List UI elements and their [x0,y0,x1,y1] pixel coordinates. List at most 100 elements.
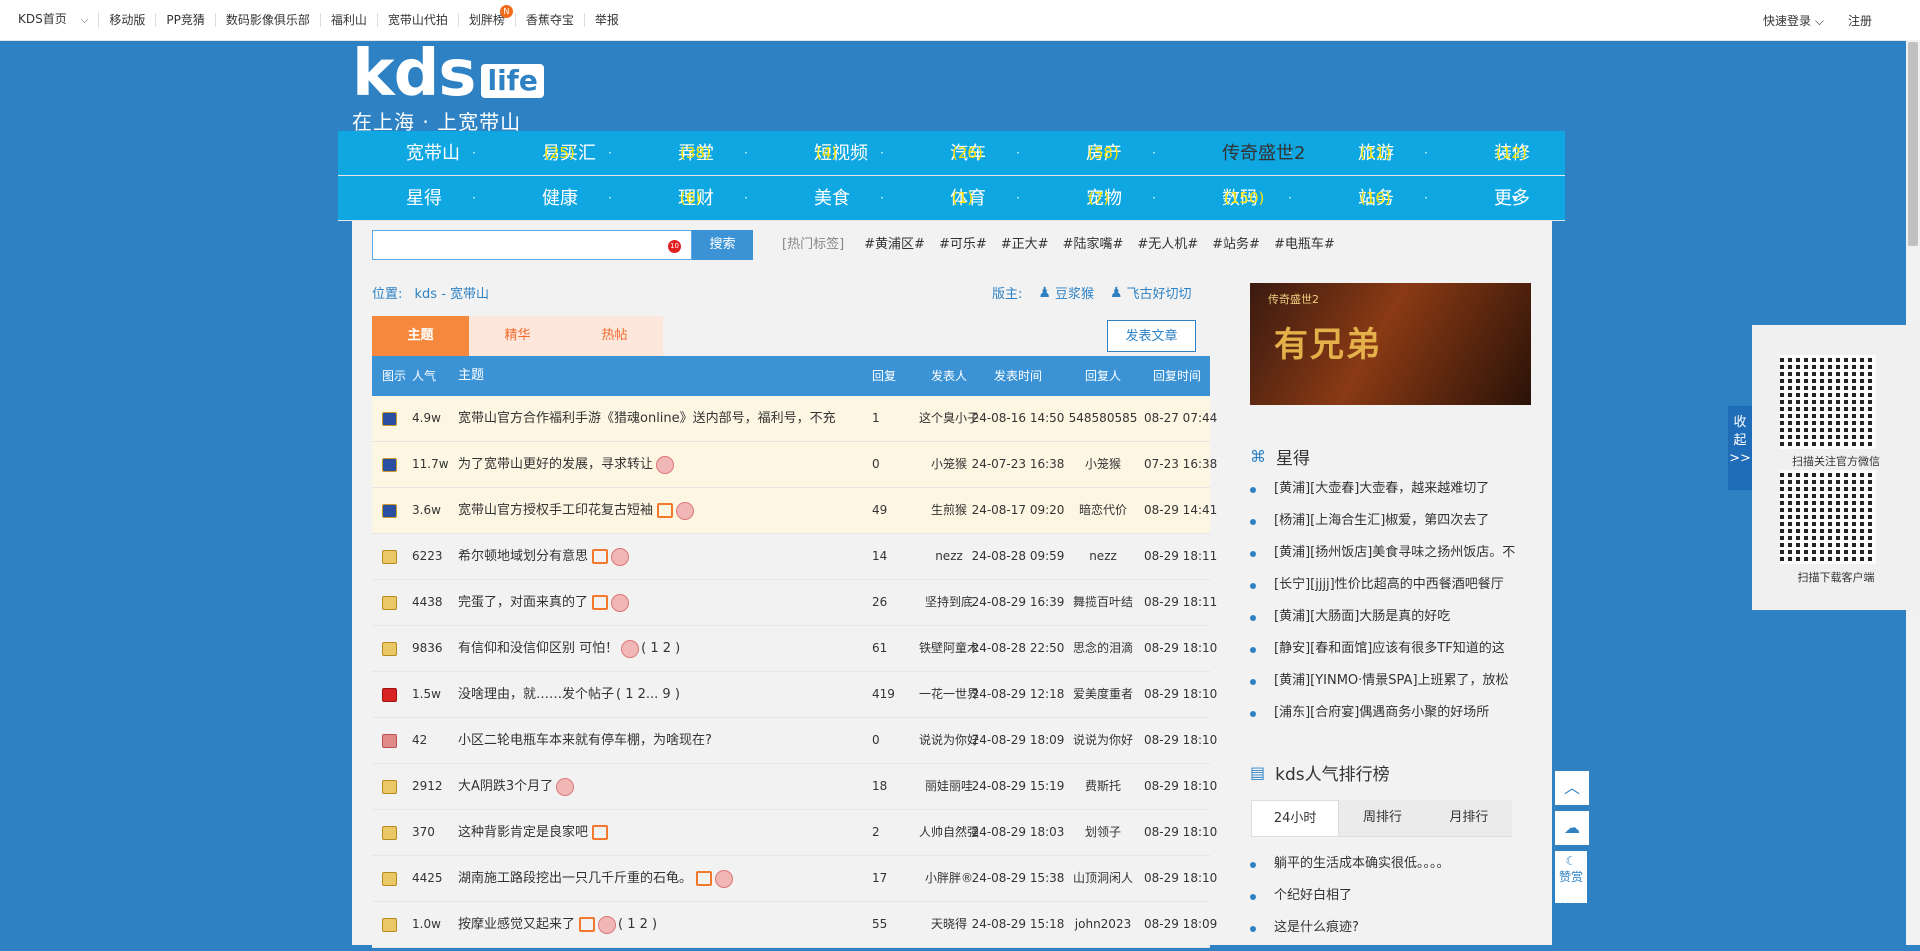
thread-last-replier[interactable]: 费斯托 [1062,764,1144,809]
chevron-up-icon[interactable]: ︿ [1554,770,1590,806]
moderator-name[interactable]: 飞古好切切 [1127,283,1192,302]
nav-item[interactable]: 传奇盛世2 · [1154,131,1305,175]
nav-item[interactable]: 弄堂 (38) · [610,131,748,175]
nav-item[interactable]: 更多 ▾ [1426,176,1562,220]
thread-title-cell[interactable]: 这种背影肯定是良家吧 [458,810,868,855]
nav-item[interactable]: 宠物 (7) · [1018,176,1156,220]
thread-title-cell[interactable]: 大A阴跌3个月了 [458,764,868,809]
top-link-fuli[interactable]: 福利山 [321,13,378,27]
thread-title[interactable]: 湖南施工路段挖出一只几千斤重的石龟。 [458,871,692,886]
site-logo[interactable]: kds life 在上海 · 上宽带山 [352,42,544,135]
thread-last-replier[interactable]: 划领子 [1062,810,1144,855]
moderator-name[interactable]: 豆浆猴 [1055,283,1094,302]
nav-item[interactable]: 装修 (12) [1426,131,1562,175]
thread-title-cell[interactable]: 小区二轮电瓶车本来就有停车棚，为啥现在? [458,718,868,763]
thread-title-cell[interactable]: 有信仰和没信仰区别 可怕！ ( 1 2 ) [458,626,868,671]
list-item[interactable]: [静安][春和面馆]应该有很多TF知道的这 [1250,633,1530,665]
nav-item[interactable]: 汽车 (26) · [882,131,1020,175]
table-row[interactable]: 4438 完蛋了，对面来真的了 26 坚持到底 24-08-29 16:39 舞揽百叶结 0… [372,580,1217,626]
tab-month[interactable]: 月排行 [1425,800,1512,836]
chevron-down-icon[interactable]: ⌵ [81,15,89,26]
quick-login-button[interactable]: 快速登录 ⌵ [1751,12,1836,29]
page-links[interactable]: ( 1 2 ) [641,641,680,656]
list-item[interactable]: [长宁][jjjj]性价比超高的中西餐酒吧餐厅 [1250,569,1530,601]
top-link-photo-club[interactable]: 数码影像俱乐部 [216,13,321,27]
thread-title-cell[interactable]: 宽带山官方合作福利手游《猎魂online》送内部号，福利号，不充 [458,396,868,441]
tab-hot[interactable]: 热帖 [566,316,663,356]
nav-item[interactable]: 星得 · [338,176,476,220]
collapse-button[interactable]: 收 起 >> [1728,406,1752,490]
chat-icon[interactable]: ☁ [1554,810,1590,846]
thread-title[interactable]: 完蛋了，对面来真的了 [458,595,588,610]
breadcrumb-path[interactable]: kds - 宽带山 [415,287,490,302]
thread-title[interactable]: 有信仰和没信仰区别 可怕！ [458,641,618,656]
thread-last-replier[interactable]: 爱美度重者 [1062,672,1144,717]
page-links[interactable]: ( 1 2 ) [618,917,657,932]
list-item[interactable]: [浦东][合府宴]偶遇商务小聚的好场所 [1250,697,1530,729]
list-item[interactable]: [黄浦][大壶春]大壶春，越来越难切了 [1250,473,1530,505]
thread-last-replier[interactable]: 思念的泪滴 [1062,626,1144,671]
top-link-daipai[interactable]: 宽带山代拍 [378,13,459,27]
thread-title[interactable]: 大A阴跌3个月了 [458,779,553,794]
thread-title-cell[interactable]: 按摩业感觉又起来了 ( 1 2 ) [458,902,868,947]
scrollbar-thumb[interactable] [1908,42,1918,246]
thread-last-replier[interactable]: 说说为你好 [1062,718,1144,763]
table-row[interactable]: 3.6w 宽带山官方授权手工印花复古短袖 49 生煎猴 24-08-17 09:20 暗恋… [372,488,1217,534]
search-button[interactable]: 搜索 [692,230,753,260]
nav-item[interactable]: 宽带山 · [338,131,476,175]
hot-tag[interactable]: #黄浦区# [864,230,925,260]
table-row[interactable]: 6223 希尔顿地域划分有意思 14 nezz 24-08-28 09:59 nezz 08… [372,534,1217,580]
thread-title[interactable]: 宽带山官方合作福利手游《猎魂online》送内部号，福利号，不充 [458,411,836,426]
top-link-report[interactable]: 举报 [585,13,629,27]
reward-ranking-button[interactable]: ☾ 赞赏 [1554,850,1588,904]
nav-item[interactable]: 体育 (1) · [882,176,1020,220]
search-input[interactable] [379,232,683,260]
thread-title-cell[interactable]: 完蛋了，对面来真的了 [458,580,868,625]
table-row[interactable]: 11.7w 为了宽带山更好的发展，寻求转让 0 小笼猴 24-07-23 16:38 小笼… [372,442,1217,488]
list-item[interactable]: [黄浦][扬州饭店]美食寻味之扬州饭店。不 [1250,537,1530,569]
game-ad-banner[interactable]: 传奇盛世2 有兄弟 [1250,283,1531,405]
hot-tag[interactable]: #无人机# [1137,230,1198,260]
thread-last-replier[interactable]: 小笼猴 [1062,442,1144,487]
tab-topics[interactable]: 主题 [372,316,469,356]
hot-tag[interactable]: #正大# [1001,230,1049,260]
thread-last-replier[interactable]: nezz [1062,534,1144,579]
nav-item[interactable]: 数码 (150) · [1154,176,1292,220]
thread-last-replier[interactable]: john2023 [1062,902,1144,947]
table-row[interactable]: 1.0w 按摩业感觉又起来了( 1 2 ) 55 天晓得 24-08-29 15:18 j… [372,902,1217,948]
thread-title[interactable]: 宽带山官方授权手工印花复古短袖 [458,503,653,518]
list-item[interactable]: 躺平的生活成本确实很低。。。。 [1250,848,1530,880]
thread-title-cell[interactable]: 没啥理由，就……发个帖子( 1 2... 9 ) [458,672,868,717]
table-row[interactable]: 42 小区二轮电瓶车本来就有停车棚，为啥现在? 0 说说为你好 24-08-29 18:… [372,718,1217,764]
table-row[interactable]: 1.5w 没啥理由，就……发个帖子( 1 2... 9 ) 419 一花一世界 24-0… [372,672,1217,718]
thread-title[interactable]: 没啥理由，就……发个帖子 [458,687,614,702]
nav-item[interactable]: 房产 (58) · [1018,131,1156,175]
page-links[interactable]: ( 1 2... 9 ) [616,687,680,702]
thread-title[interactable]: 小区二轮电瓶车本来就有停车棚，为啥现在? [458,733,712,748]
top-link-duobao[interactable]: 香蕉夺宝 [516,13,585,27]
thread-title-cell[interactable]: 宽带山官方授权手工印花复古短袖 [458,488,868,533]
nav-item[interactable]: 旅游 (11) · [1290,131,1428,175]
list-item[interactable]: [杨浦][上海合生汇]椒爱，第四次去了 [1250,505,1530,537]
list-item[interactable]: 个纪好白相了 [1250,880,1530,912]
nav-item[interactable]: 理财 (6) · [610,176,748,220]
thread-last-replier[interactable]: 山顶洞闲人 [1062,856,1144,901]
thread-last-replier[interactable]: 暗恋代价 [1062,488,1144,533]
register-link[interactable]: 注册 [1836,12,1884,29]
nav-item[interactable]: 易买汇 (25) · [474,131,612,175]
thread-last-replier[interactable]: 548580585 [1062,396,1144,441]
thread-title[interactable]: 希尔顿地域划分有意思 [458,549,588,564]
tab-week[interactable]: 周排行 [1339,800,1426,836]
top-link-huapang[interactable]: 划胖榜 N [459,5,516,27]
table-row[interactable]: 2912 大A阴跌3个月了 18 丽娃丽哇 24-08-29 15:19 费斯托 08-29… [372,764,1217,810]
thread-title[interactable]: 按摩业感觉又起来了 [458,917,575,932]
nav-item[interactable]: 健康 · [474,176,612,220]
table-row[interactable]: 9836 有信仰和没信仰区别 可怕！( 1 2 ) 61 铁壁阿童木 24-08-28 … [372,626,1217,672]
nav-item[interactable]: 站务 (16) · [1290,176,1428,220]
new-post-button[interactable]: 发表文章 [1107,320,1196,352]
tab-24h[interactable]: 24小时 [1251,800,1340,836]
hot-tag[interactable]: #站务# [1212,230,1260,260]
top-link-home[interactable]: KDS首页 ⌵ [8,12,100,28]
thread-title[interactable]: 为了宽带山更好的发展，寻求转让 [458,457,653,472]
top-link-mobile[interactable]: 移动版 [99,13,157,27]
